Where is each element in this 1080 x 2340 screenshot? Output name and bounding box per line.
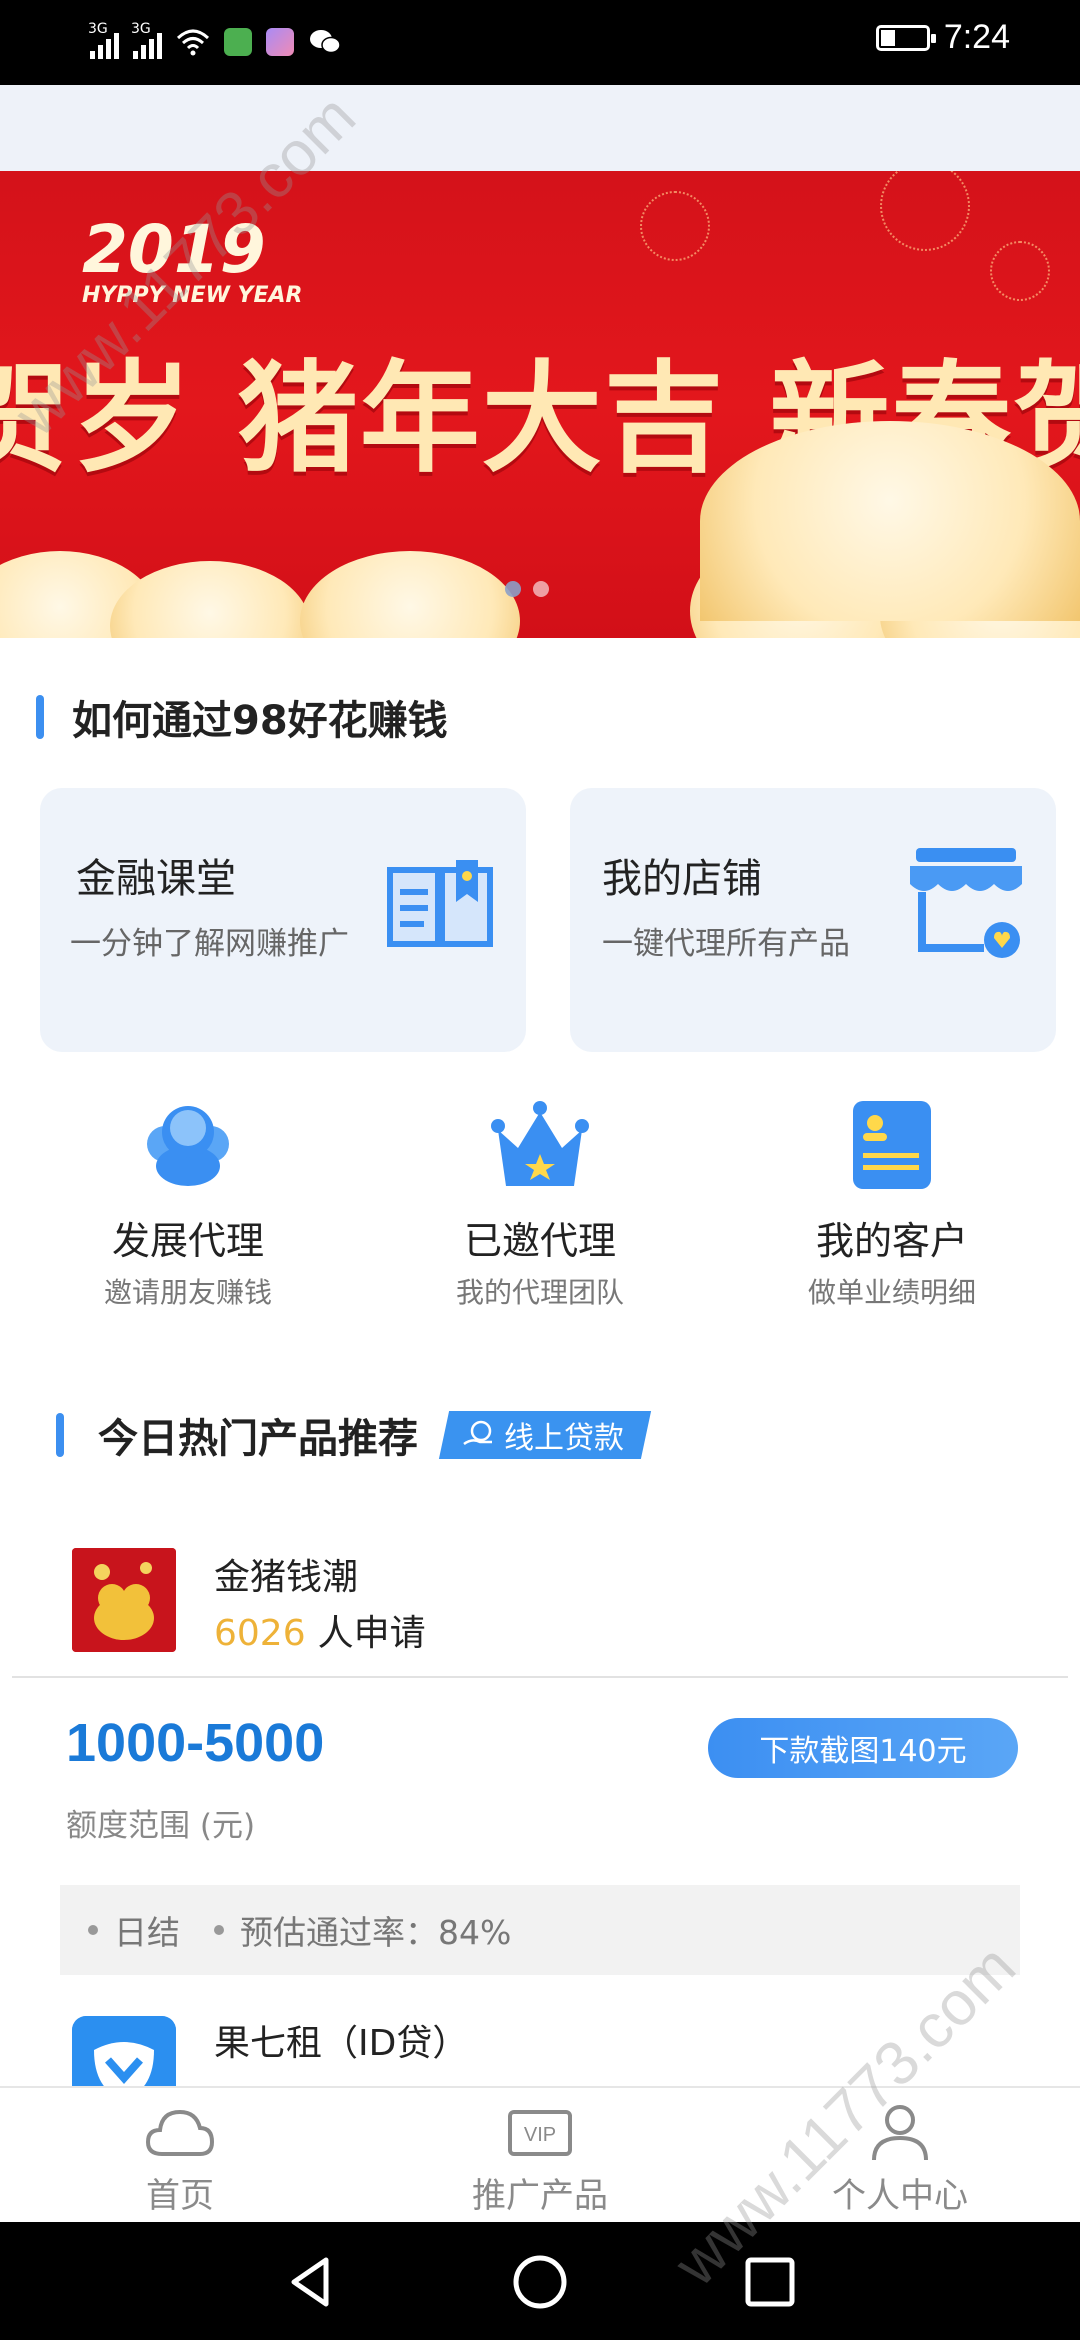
info-settlement: 日结 [88, 1906, 180, 1954]
entry-desc: 邀请朋友赚钱 [103, 1276, 272, 1309]
status-bar: 3G 3G 7:24 [0, 0, 1080, 85]
top-strip [0, 85, 1080, 171]
product-info-strip: 日结 预估通过率：84% [60, 1885, 1020, 1975]
entry-develop-agent[interactable]: 发展代理 邀请朋友赚钱 [38, 1100, 338, 1311]
apply-number: 6026 [214, 1613, 306, 1654]
bottom-nav: 首页 VIP 推广产品 个人中心 [0, 2086, 1080, 2222]
back-icon[interactable] [282, 2252, 342, 2312]
loan-hand-icon [463, 1420, 492, 1446]
entry-title: 发展代理 [111, 1219, 264, 1263]
store-icon [910, 848, 1022, 958]
section-hot-products: 今日热门产品推荐 线上贷款 [56, 1406, 652, 1464]
section-title: 如何通过98好花赚钱 [72, 698, 448, 744]
banner-dot[interactable] [505, 581, 521, 597]
entry-invited-agents[interactable]: 已邀代理 我的代理团队 [390, 1100, 690, 1311]
nav-label: 推广产品 [472, 2176, 608, 2216]
cloud-decoration [300, 551, 520, 638]
book-icon [387, 860, 493, 947]
amount-range-label: 额度范围 (元) [66, 1808, 256, 1844]
banner-indicator [505, 581, 549, 597]
cloud-icon [145, 2109, 215, 2156]
section-bar [36, 695, 44, 739]
firework-decoration [880, 171, 970, 251]
card-title: 我的店铺 [602, 856, 762, 902]
section-how-to-earn: 如何通过98好花赚钱 [36, 688, 448, 746]
app-notification-icon [224, 28, 252, 56]
cloud-decoration [700, 421, 1080, 621]
divider [12, 1676, 1068, 1678]
customer-card-icon [853, 1101, 931, 1189]
card-desc: 一键代理所有产品 [602, 926, 850, 962]
entry-desc: 做单业绩明细 [807, 1276, 976, 1309]
card-desc: 一分钟了解网赚推广 [70, 926, 349, 962]
amount-range: 1000-5000 [66, 1713, 325, 1773]
nav-label: 首页 [146, 2176, 214, 2216]
home-icon[interactable] [510, 2252, 570, 2312]
section-bar [56, 1413, 64, 1457]
product-name: 果七租（ID贷） [214, 2023, 469, 2064]
network-type-2: 3G [131, 21, 151, 37]
svg-text:VIP: VIP [524, 2124, 556, 2146]
cloud-decoration [110, 561, 310, 638]
nav-home[interactable]: 首页 [80, 2102, 280, 2217]
status-time: 7:24 [943, 18, 1010, 56]
golden-pig-image [72, 1548, 176, 1652]
banner-dot[interactable] [533, 581, 549, 597]
loan-tag[interactable]: 线上贷款 [438, 1411, 652, 1459]
entry-title: 我的客户 [815, 1219, 968, 1263]
info-pass-rate: 预估通过率：84% [214, 1906, 511, 1954]
gallery-notification-icon [266, 28, 294, 56]
nav-promote-products[interactable]: VIP 推广产品 [440, 2102, 640, 2217]
agent-people-icon [147, 1106, 229, 1186]
network-type-1: 3G [88, 21, 108, 37]
product-thumbnail [72, 1548, 176, 1652]
firework-decoration [990, 241, 1050, 301]
payout-screenshot-button[interactable]: 下款截图140元 [708, 1718, 1018, 1778]
loan-tag-label: 线上贷款 [504, 1421, 624, 1456]
entry-title: 已邀代理 [463, 1219, 616, 1263]
entry-my-customers[interactable]: 我的客户 做单业绩明细 [742, 1100, 1042, 1311]
system-nav-bar [0, 2222, 1080, 2340]
card-finance-class[interactable]: 金融课堂 一分钟了解网赚推广 [40, 788, 526, 1052]
wifi-icon [176, 29, 210, 56]
section-title: 今日热门产品推荐 [98, 1416, 418, 1462]
product-name: 金猪钱潮 [214, 1557, 359, 1598]
battery-icon [875, 24, 936, 51]
vip-icon: VIP [508, 2110, 572, 2156]
signal-2-icon: 3G [131, 21, 162, 59]
wechat-icon [310, 30, 341, 54]
card-my-store[interactable]: 我的店铺 一键代理所有产品 [570, 788, 1056, 1052]
signal-1-icon: 3G [88, 21, 119, 59]
firework-decoration [640, 191, 710, 261]
card-title: 金融课堂 [76, 856, 236, 902]
crown-icon [491, 1101, 589, 1186]
product-apply-count: 6026 人申请 [214, 1604, 426, 1656]
apply-suffix: 人申请 [317, 1613, 426, 1654]
entry-desc: 我的代理团队 [455, 1276, 624, 1309]
